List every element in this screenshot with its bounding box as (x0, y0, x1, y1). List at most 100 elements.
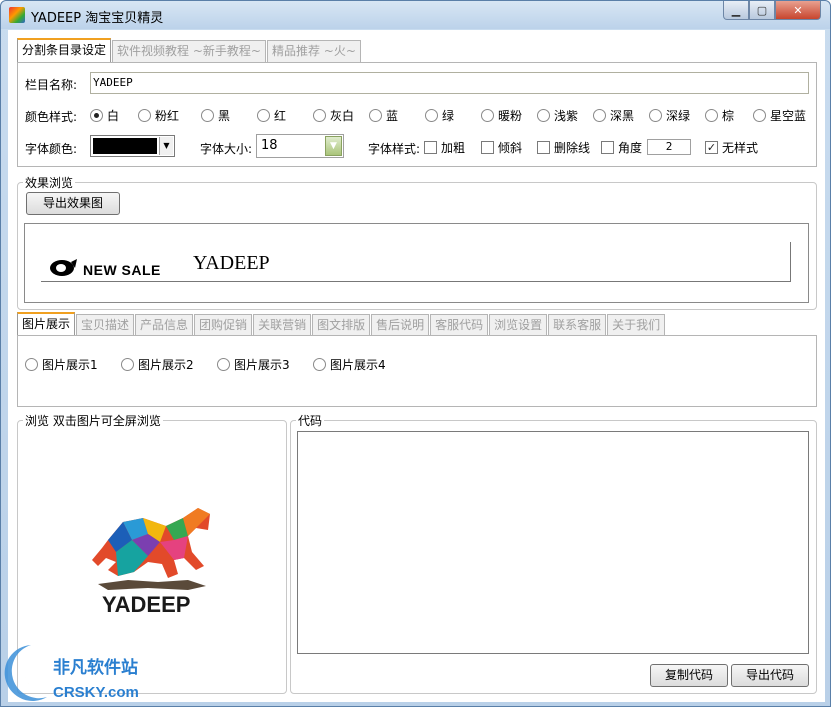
tab-image-show[interactable]: 图片展示 (17, 312, 76, 336)
minimize-button[interactable]: ▁ (723, 1, 749, 20)
tab-divider-settings[interactable]: 分割条目录设定 (17, 38, 112, 62)
name-label: 栏目名称: (25, 78, 78, 92)
watermark-en-text: CRSKY.com (53, 684, 139, 701)
style-radio-light-purple[interactable]: 浅紫 (537, 107, 578, 124)
image-option-1[interactable]: 图片展示1 (25, 356, 98, 373)
radio-dot (593, 109, 606, 122)
client-area: 分割条目录设定 软件视频教程 ~新手教程~ 精品推荐 ~火~ 栏目名称: YAD… (8, 30, 825, 702)
tab-group-promo[interactable]: 团购促销 (194, 314, 253, 336)
app-icon (9, 7, 25, 23)
image-option-4[interactable]: 图片展示4 (313, 356, 386, 373)
font-color-label: 字体颜色: (25, 142, 78, 156)
preview-title: YADEEP (193, 252, 270, 274)
radio-dot (201, 109, 214, 122)
radio-dot (25, 358, 38, 371)
logo-text: YADEEP (102, 592, 190, 617)
style-radio-black[interactable]: 黑 (201, 107, 230, 124)
horse-logo-icon: YADEEP (92, 508, 210, 617)
radio-dot (649, 109, 662, 122)
tab-recommend[interactable]: 精品推荐 ~火~ (266, 40, 361, 62)
radio-dot (217, 358, 230, 371)
preview-canvas[interactable]: NEW SALE YADEEP (24, 223, 809, 303)
angle-input[interactable]: 2 (647, 139, 691, 155)
tab-layout[interactable]: 图文排版 (312, 314, 371, 336)
chevron-down-icon[interactable]: ▼ (325, 136, 342, 156)
export-preview-button[interactable]: 导出效果图 (26, 192, 120, 215)
copy-code-button[interactable]: 复制代码 (650, 664, 728, 687)
image-option-3[interactable]: 图片展示3 (217, 356, 290, 373)
style-radio-deep-green[interactable]: 深绿 (649, 107, 690, 124)
bold-checkbox[interactable]: 加粗 (424, 139, 465, 156)
crsky-logo-icon: 非凡软件站 CRSKY.com (4, 645, 139, 701)
checkbox-box (424, 141, 437, 154)
tab-service-code[interactable]: 客服代码 (430, 314, 489, 336)
italic-checkbox[interactable]: 倾斜 (481, 139, 522, 156)
code-textarea[interactable] (297, 431, 809, 654)
chevron-down-icon[interactable]: ▼ (159, 137, 173, 155)
style-radio-starry-blue[interactable]: 星空蓝 (753, 107, 806, 124)
preview-group-title: 效果浏览 (23, 174, 76, 191)
tab-about-us[interactable]: 关于我们 (607, 314, 666, 336)
radio-dot (257, 109, 270, 122)
image-option-2[interactable]: 图片展示2 (121, 356, 194, 373)
radio-dot (705, 109, 718, 122)
tab-video-tutorial[interactable]: 软件视频教程 ~新手教程~ (112, 40, 266, 62)
font-color-picker[interactable]: ▼ (90, 135, 175, 157)
radio-dot (138, 109, 151, 122)
title-bar[interactable]: YADEEP 淘宝宝贝精灵 ▁ ▢ ✕ (1, 1, 830, 29)
checkbox-box (537, 141, 550, 154)
app-window: YADEEP 淘宝宝贝精灵 ▁ ▢ ✕ 分割条目录设定 软件视频教程 ~新手教程… (0, 0, 831, 707)
style-radio-brown[interactable]: 棕 (705, 107, 734, 124)
font-size-select[interactable]: 18 ▼ (256, 134, 344, 158)
export-code-button[interactable]: 导出代码 (731, 664, 809, 687)
window-title: YADEEP 淘宝宝贝精灵 (31, 11, 164, 26)
style-radio-deep-black[interactable]: 深黑 (593, 107, 634, 124)
new-sale-badge-icon (50, 259, 77, 276)
yadeep-logo-image[interactable]: YADEEP (88, 500, 216, 622)
checkbox-box (481, 141, 494, 154)
style-radio-grey-white[interactable]: 灰白 (313, 107, 354, 124)
tab-browse-settings[interactable]: 浏览设置 (489, 314, 548, 336)
radio-dot (537, 109, 550, 122)
tab-item-description[interactable]: 宝贝描述 (76, 314, 135, 336)
style-radio-white[interactable]: 白 (90, 107, 119, 124)
style-radio-blue[interactable]: 蓝 (369, 107, 398, 124)
style-radio-red[interactable]: 红 (257, 107, 286, 124)
tab-after-sale[interactable]: 售后说明 (371, 314, 430, 336)
style-radio-green[interactable]: 绿 (425, 107, 454, 124)
close-icon: ✕ (793, 3, 803, 17)
style-radio-warm-pink[interactable]: 暖粉 (481, 107, 522, 124)
font-size-label: 字体大小: (200, 142, 253, 156)
code-group-title: 代码 (296, 412, 325, 429)
name-input[interactable]: YADEEP (90, 72, 809, 94)
radio-dot (369, 109, 382, 122)
crsky-watermark: 非凡软件站 CRSKY.com (1, 637, 159, 707)
font-size-value: 18 (261, 138, 278, 153)
style-radio-pink[interactable]: 粉红 (138, 107, 179, 124)
strikethrough-checkbox[interactable]: 删除线 (537, 139, 590, 156)
lower-tab-bar: 图片展示 宝贝描述 产品信息 团购促销 关联营销 图文排版 售后说明 客服代码 … (17, 312, 666, 336)
angle-checkbox[interactable]: 角度 (601, 139, 642, 156)
maximize-button[interactable]: ▢ (749, 1, 775, 20)
radio-dot (121, 358, 134, 371)
radio-dot (313, 358, 326, 371)
tab-contact-service[interactable]: 联系客服 (548, 314, 607, 336)
font-style-label: 字体样式: (368, 142, 421, 156)
tab-product-info[interactable]: 产品信息 (135, 314, 194, 336)
new-sale-text: NEW SALE (83, 262, 161, 278)
maximize-icon: ▢ (756, 3, 768, 17)
radio-dot (90, 109, 103, 122)
checkbox-box (601, 141, 614, 154)
radio-dot (425, 109, 438, 122)
color-swatch (93, 138, 157, 154)
radio-dot (753, 109, 766, 122)
no-style-checkbox[interactable]: ✓ 无样式 (705, 139, 758, 156)
top-tab-bar: 分割条目录设定 软件视频教程 ~新手教程~ 精品推荐 ~火~ (17, 38, 362, 62)
radio-dot (313, 109, 326, 122)
browse-group-title: 浏览 双击图片可全屏浏览 (23, 412, 163, 429)
close-button[interactable]: ✕ (775, 1, 821, 20)
tab-related-marketing[interactable]: 关联营销 (253, 314, 312, 336)
check-icon: ✓ (705, 141, 718, 154)
minimize-icon: ▁ (731, 3, 741, 17)
preview-strip: NEW SALE YADEEP (41, 242, 791, 282)
